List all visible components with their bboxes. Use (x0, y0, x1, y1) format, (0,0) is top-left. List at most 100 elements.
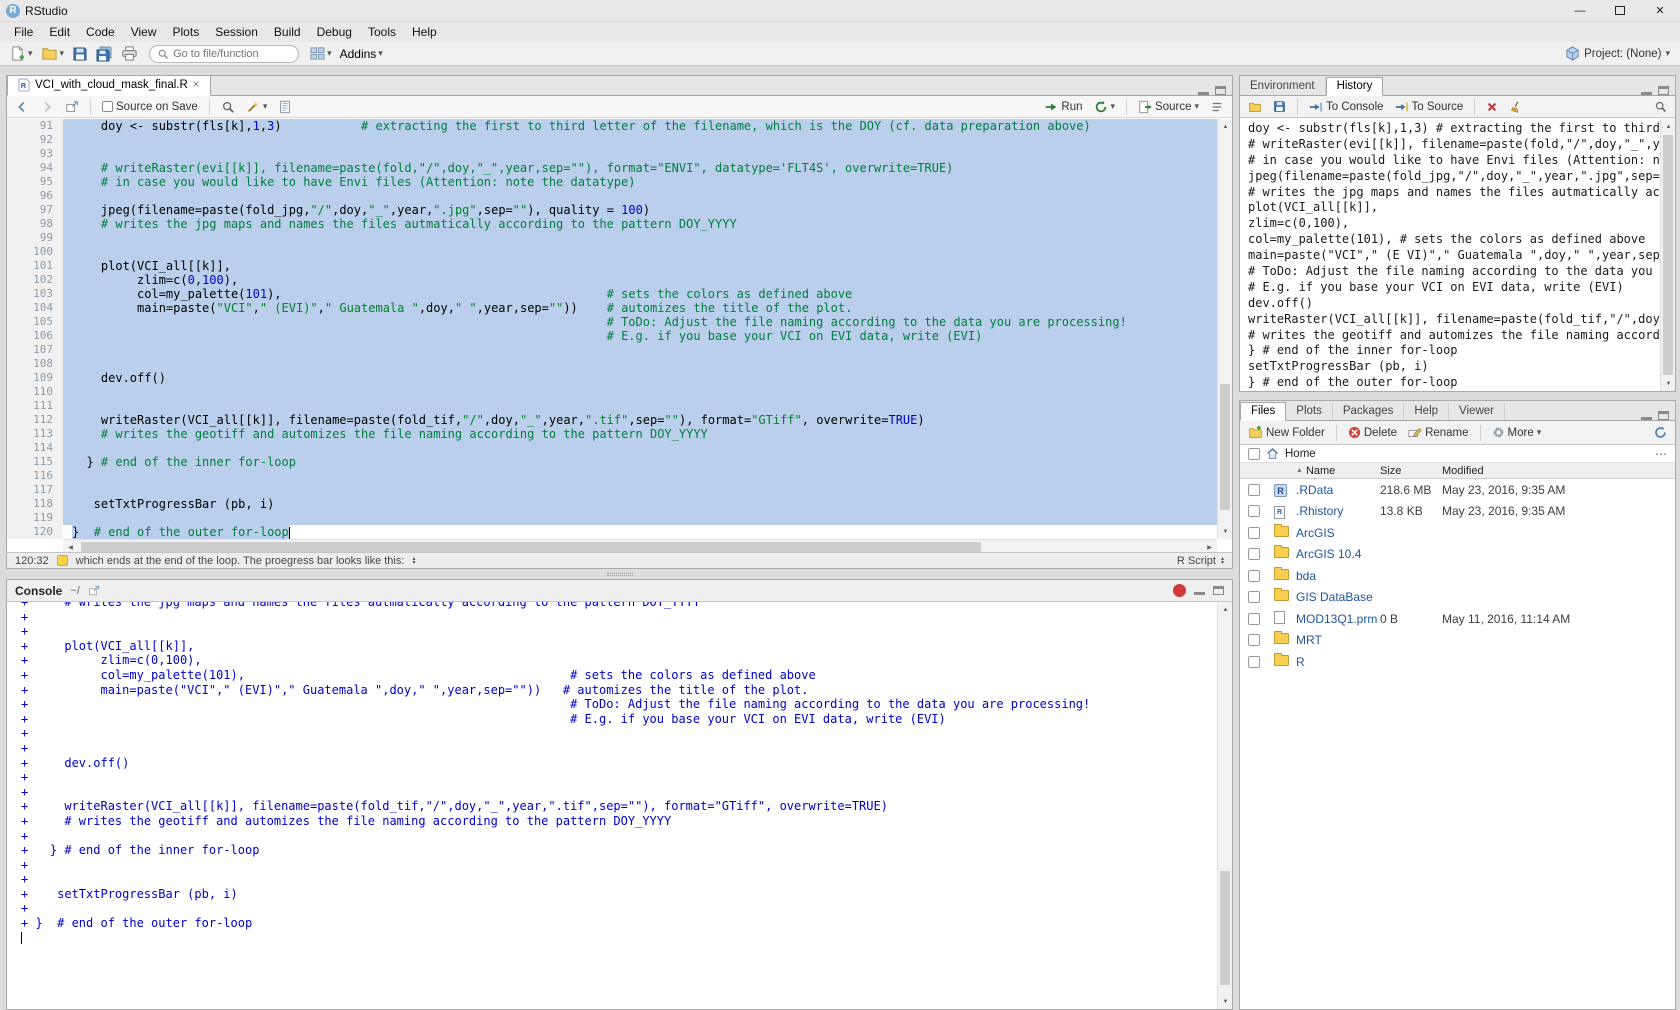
file-checkbox[interactable] (1248, 548, 1260, 560)
code-text[interactable] (63, 483, 1217, 497)
code-text[interactable] (63, 147, 1217, 161)
pane-splitter[interactable] (6, 569, 1233, 579)
code-line-113[interactable]: 113 # writes the geotiff and automizes t… (7, 427, 1217, 441)
document-outline-button[interactable] (1206, 99, 1228, 115)
file-name-link[interactable]: GIS DataBase (1296, 590, 1380, 604)
code-text[interactable] (63, 357, 1217, 371)
tab-files[interactable]: Files (1240, 402, 1286, 421)
code-line-107[interactable]: 107 (7, 343, 1217, 357)
popout-icon[interactable] (88, 585, 100, 597)
file-name-link[interactable]: .RData (1296, 483, 1380, 497)
source-button[interactable]: Source ▾ (1134, 99, 1203, 115)
history-entry[interactable]: # writes the geotiff and automizes the f… (1248, 328, 1660, 344)
code-line-96[interactable]: 96 (7, 189, 1217, 203)
code-line-103[interactable]: 103 col=my_palette(101), # sets the colo… (7, 287, 1217, 301)
scroll-down-icon[interactable]: ▼ (1661, 376, 1676, 391)
print-button[interactable] (118, 44, 141, 64)
history-entry[interactable]: jpeg(filename=paste(fold_jpg,"/",doy,"_"… (1248, 169, 1660, 185)
code-text[interactable]: setTxtProgressBar (pb, i) (63, 497, 1217, 511)
select-all-checkbox[interactable] (1248, 448, 1260, 460)
addins-button[interactable]: Addins ▾ (337, 44, 386, 64)
file-row[interactable]: R.RData218.6 MBMay 23, 2016, 9:35 AM (1240, 479, 1675, 501)
file-checkbox[interactable] (1248, 656, 1260, 668)
file-row[interactable]: R.Rhistory13.8 KBMay 23, 2016, 9:35 AM (1240, 501, 1675, 523)
code-text[interactable] (63, 189, 1217, 203)
code-text[interactable]: # ToDo: Adjust the file naming according… (63, 315, 1217, 329)
code-text[interactable]: dev.off() (63, 371, 1217, 385)
delete-file-button[interactable]: Delete (1344, 425, 1401, 440)
history-entry[interactable]: # writes the jpg maps and names the file… (1248, 185, 1660, 201)
source-on-save-checkbox[interactable]: Source on Save (98, 100, 202, 114)
code-text[interactable] (63, 441, 1217, 455)
new-file-button[interactable]: ▾ (6, 44, 36, 64)
code-text[interactable] (63, 399, 1217, 413)
menu-file[interactable]: File (6, 22, 41, 42)
breadcrumb-home[interactable]: Home (1285, 448, 1316, 460)
file-name-link[interactable]: .Rhistory (1296, 504, 1380, 518)
code-line-118[interactable]: 118 setTxtProgressBar (pb, i) (7, 497, 1217, 511)
file-row[interactable]: GIS DataBase (1240, 587, 1675, 609)
new-project-button[interactable]: ▾ (38, 44, 68, 64)
scrollbar-thumb[interactable] (1220, 384, 1230, 510)
code-editor[interactable]: 91 doy <- substr(fls[k],1,3) # extractin… (7, 119, 1232, 539)
code-line-97[interactable]: 97 jpeg(filename=paste(fold_jpg,"/",doy,… (7, 203, 1217, 217)
code-text[interactable]: zlim=c(0,100), (63, 273, 1217, 287)
console-output[interactable]: + # writes the jpg maps and names the fi… (7, 602, 1217, 1009)
file-row[interactable]: ArcGIS 10.4 (1240, 544, 1675, 566)
scroll-down-icon[interactable]: ▼ (1218, 524, 1232, 539)
history-entry[interactable]: } # end of the inner for-loop (1248, 343, 1660, 359)
menu-build[interactable]: Build (266, 22, 309, 42)
code-text[interactable] (63, 231, 1217, 245)
code-line-105[interactable]: 105 # ToDo: Adjust the file naming accor… (7, 315, 1217, 329)
code-text[interactable]: plot(VCI_all[[k]], (63, 259, 1217, 273)
code-line-112[interactable]: 112 writeRaster(VCI_all[[k]], filename=p… (7, 413, 1217, 427)
menu-plots[interactable]: Plots (165, 22, 208, 42)
code-line-104[interactable]: 104 main=paste("VCI"," (EVI)"," Guatemal… (7, 301, 1217, 315)
code-text[interactable] (63, 343, 1217, 357)
maximize-button[interactable] (1600, 0, 1640, 22)
code-line-117[interactable]: 117 (7, 483, 1217, 497)
code-line-106[interactable]: 106 # E.g. if you base your VCI on EVI d… (7, 329, 1217, 343)
compile-report-button[interactable] (274, 99, 296, 115)
back-button[interactable] (11, 99, 33, 115)
history-entry[interactable]: zlim=c(0,100), (1248, 216, 1660, 232)
history-entry[interactable]: # ToDo: Adjust the file naming according… (1248, 264, 1660, 280)
goto-file-input[interactable] (173, 48, 291, 60)
panes-layout-button[interactable]: ▾ (307, 44, 335, 64)
file-checkbox[interactable] (1248, 613, 1260, 625)
refresh-files-button[interactable] (1650, 425, 1671, 440)
code-line-114[interactable]: 114 (7, 441, 1217, 455)
tab-history[interactable]: History (1326, 77, 1384, 96)
maximize-pane-icon[interactable] (1658, 86, 1669, 95)
minimize-pane-icon[interactable] (1641, 411, 1652, 420)
code-text[interactable] (63, 133, 1217, 147)
file-name-link[interactable]: MOD13Q1.prm (1296, 612, 1380, 626)
history-entry[interactable]: writeRaster(VCI_all[[k]], filename=paste… (1248, 312, 1660, 328)
console-prompt-line[interactable] (21, 931, 1217, 946)
code-line-99[interactable]: 99 (7, 231, 1217, 245)
more-file-actions-button[interactable]: More ▾ (1488, 425, 1546, 440)
history-entry[interactable]: } # end of the outer for-loop (1248, 375, 1660, 391)
project-selector[interactable]: Project: (None) ▾ (1565, 46, 1674, 61)
menu-help[interactable]: Help (404, 22, 445, 42)
code-line-119[interactable]: 119 (7, 511, 1217, 525)
file-type-label[interactable]: R Script (1177, 555, 1216, 567)
code-text[interactable]: jpeg(filename=paste(fold_jpg,"/",doy,"_"… (63, 203, 1217, 217)
tab-environment[interactable]: Environment (1240, 78, 1326, 95)
code-text[interactable]: col=my_palette(101), # sets the colors a… (63, 287, 1217, 301)
file-row[interactable]: ArcGIS (1240, 522, 1675, 544)
code-text[interactable] (63, 245, 1217, 259)
code-text[interactable]: # writes the jpg maps and names the file… (63, 217, 1217, 231)
file-checkbox[interactable] (1248, 634, 1260, 646)
editor-tab[interactable]: R VCI_with_cloud_mask_final.R × (7, 75, 211, 96)
code-line-95[interactable]: 95 # in case you would like to have Envi… (7, 175, 1217, 189)
scroll-up-icon[interactable]: ▲ (1661, 119, 1676, 134)
tab-viewer[interactable]: Viewer (1449, 403, 1505, 420)
editor-vertical-scrollbar[interactable]: ▲ ▼ (1217, 119, 1232, 539)
save-button[interactable] (69, 44, 91, 64)
tab-packages[interactable]: Packages (1333, 403, 1405, 420)
code-text[interactable] (63, 385, 1217, 399)
code-line-115[interactable]: 115 } # end of the inner for-loop (7, 455, 1217, 469)
history-entry[interactable]: col=my_palette(101), # sets the colors a… (1248, 232, 1660, 248)
code-text[interactable]: doy <- substr(fls[k],1,3) # extracting t… (63, 119, 1217, 133)
